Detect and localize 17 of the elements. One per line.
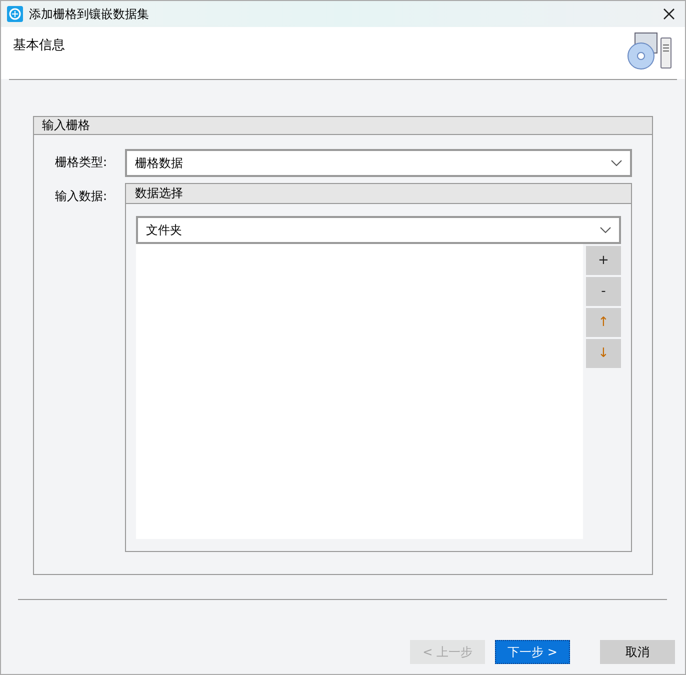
raster-type-dropdown[interactable]: 栅格数据: [125, 149, 632, 177]
window-title: 添加栅格到镶嵌数据集: [29, 6, 149, 23]
source-dropdown[interactable]: 文件夹: [136, 216, 621, 244]
header-title: 基本信息: [13, 37, 65, 55]
chevron-icon: [600, 227, 611, 233]
list-tool-button[interactable]: -: [586, 277, 621, 306]
computer-disc-icon: [625, 32, 673, 72]
dialog-button[interactable]: 取消: [600, 640, 675, 664]
app-icon: [7, 6, 23, 22]
chevron-icon: [611, 160, 622, 166]
field-label: 输入数据:: [55, 188, 108, 205]
field-label: 栅格类型:: [55, 154, 108, 171]
dialog-button[interactable]: 下一步 >: [495, 640, 570, 664]
list-tool-button[interactable]: +: [586, 246, 621, 275]
panel-title: 数据选择: [126, 184, 631, 204]
close-icon: [663, 8, 675, 20]
group-title: 输入栅格: [34, 117, 652, 135]
